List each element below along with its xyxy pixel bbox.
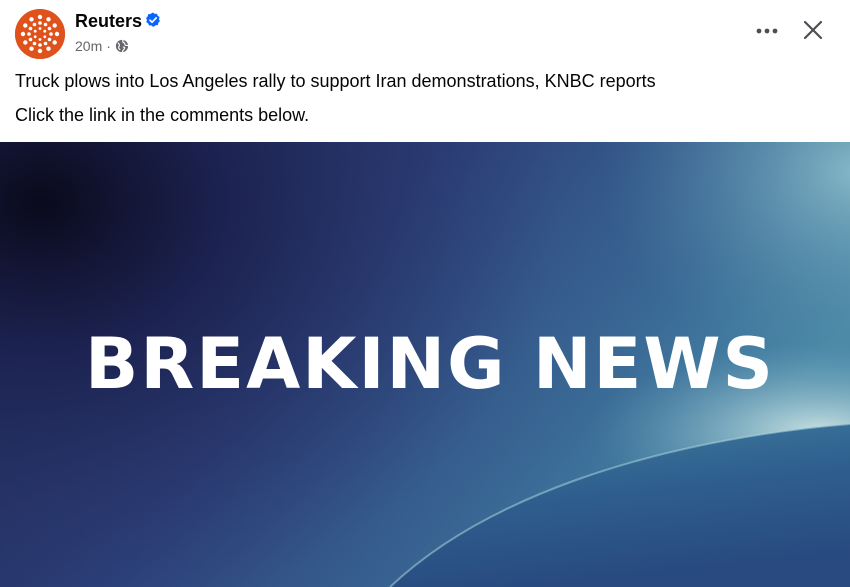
breaking-news-headline: BREAKING NEWS — [85, 323, 775, 405]
post-text-line: Click the link in the comments below. — [15, 105, 310, 125]
close-button[interactable] — [797, 14, 829, 46]
globe-icon — [115, 39, 129, 53]
author-avatar[interactable] — [15, 9, 65, 59]
author-name[interactable]: Reuters — [75, 10, 142, 32]
post-timestamp[interactable]: 20m — [75, 37, 102, 55]
close-icon — [803, 20, 823, 40]
verified-badge-icon — [146, 12, 160, 27]
post-image[interactable]: BREAKING NEWS — [0, 142, 850, 587]
reuters-logo-icon — [15, 9, 65, 59]
post-card: Reuters 20m · Truck plows into Los Angel… — [0, 0, 850, 587]
post-text-line: Truck plows into Los Angeles rally to su… — [15, 71, 656, 91]
post-meta: 20m · — [75, 37, 129, 55]
post-header: Reuters 20m · — [0, 0, 850, 64]
more-options-button[interactable] — [752, 16, 782, 46]
more-options-icon — [756, 28, 778, 34]
meta-separator: · — [106, 38, 111, 54]
